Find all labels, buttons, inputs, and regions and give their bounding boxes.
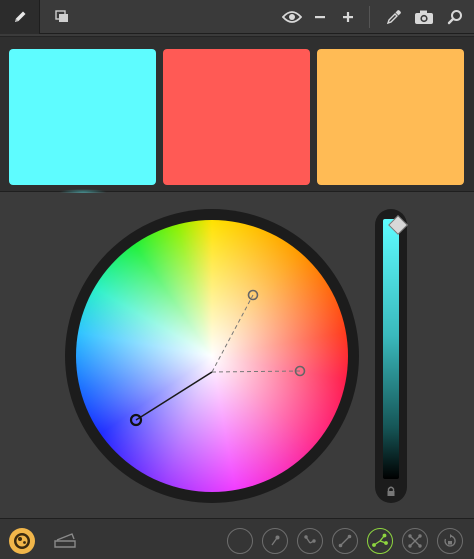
rule-complementary-icon	[338, 534, 352, 548]
color-swatch[interactable]	[163, 49, 310, 185]
rule-custom-button[interactable]	[227, 528, 253, 554]
color-wheel-area	[0, 193, 474, 517]
brightness-slider[interactable]	[375, 209, 408, 503]
layers-icon	[55, 10, 68, 22]
bottom-toolbar	[0, 518, 474, 559]
color-wheel-mode-button[interactable]	[9, 528, 35, 554]
tab-themes[interactable]	[42, 0, 82, 34]
color-panel	[0, 0, 474, 559]
rule-analogous-icon	[271, 535, 280, 546]
pencil-icon	[14, 11, 25, 22]
search-icon	[447, 10, 462, 25]
tab-create[interactable]	[0, 0, 40, 34]
camera-icon	[415, 10, 433, 24]
color-swatch[interactable]	[317, 49, 464, 185]
rule-monochromatic-button[interactable]	[297, 528, 323, 554]
minus-icon	[315, 16, 325, 19]
color-wheel-icon	[14, 533, 30, 549]
search-button[interactable]	[442, 4, 468, 30]
rule-compound-button[interactable]	[402, 528, 428, 554]
add-color-button[interactable]	[335, 4, 361, 30]
eyedropper-button[interactable]	[381, 4, 407, 30]
rule-triad-button[interactable]	[367, 528, 393, 554]
camera-button[interactable]	[411, 4, 437, 30]
color-wheel[interactable]	[65, 209, 359, 503]
library-button[interactable]	[51, 528, 79, 554]
rule-monochromatic-icon	[304, 535, 316, 544]
rule-custom-icon	[233, 534, 247, 548]
eyedropper-icon	[386, 10, 401, 25]
library-icon	[54, 533, 76, 548]
rule-compound-icon	[408, 534, 422, 548]
lock-icon[interactable]	[385, 485, 397, 497]
wheel-handles	[129, 289, 306, 427]
eye-icon	[282, 11, 302, 23]
handle-line-dashed	[211, 370, 301, 373]
rule-shades-button[interactable]	[437, 528, 463, 554]
top-toolbar	[0, 0, 474, 34]
remove-color-button[interactable]	[307, 4, 333, 30]
brightness-slider-gradient	[383, 219, 399, 479]
rule-complementary-button[interactable]	[332, 528, 358, 554]
rule-analogous-button[interactable]	[262, 528, 288, 554]
color-swatch[interactable]	[9, 49, 156, 195]
handle-line-base	[135, 371, 213, 421]
rule-triad-icon	[372, 533, 388, 547]
swatch-strip	[0, 36, 474, 195]
toolbar-separator	[369, 6, 370, 28]
rule-shades-icon	[444, 534, 456, 547]
preview-button[interactable]	[279, 4, 305, 30]
handle-line-dashed	[211, 294, 254, 373]
plus-icon	[343, 12, 353, 22]
